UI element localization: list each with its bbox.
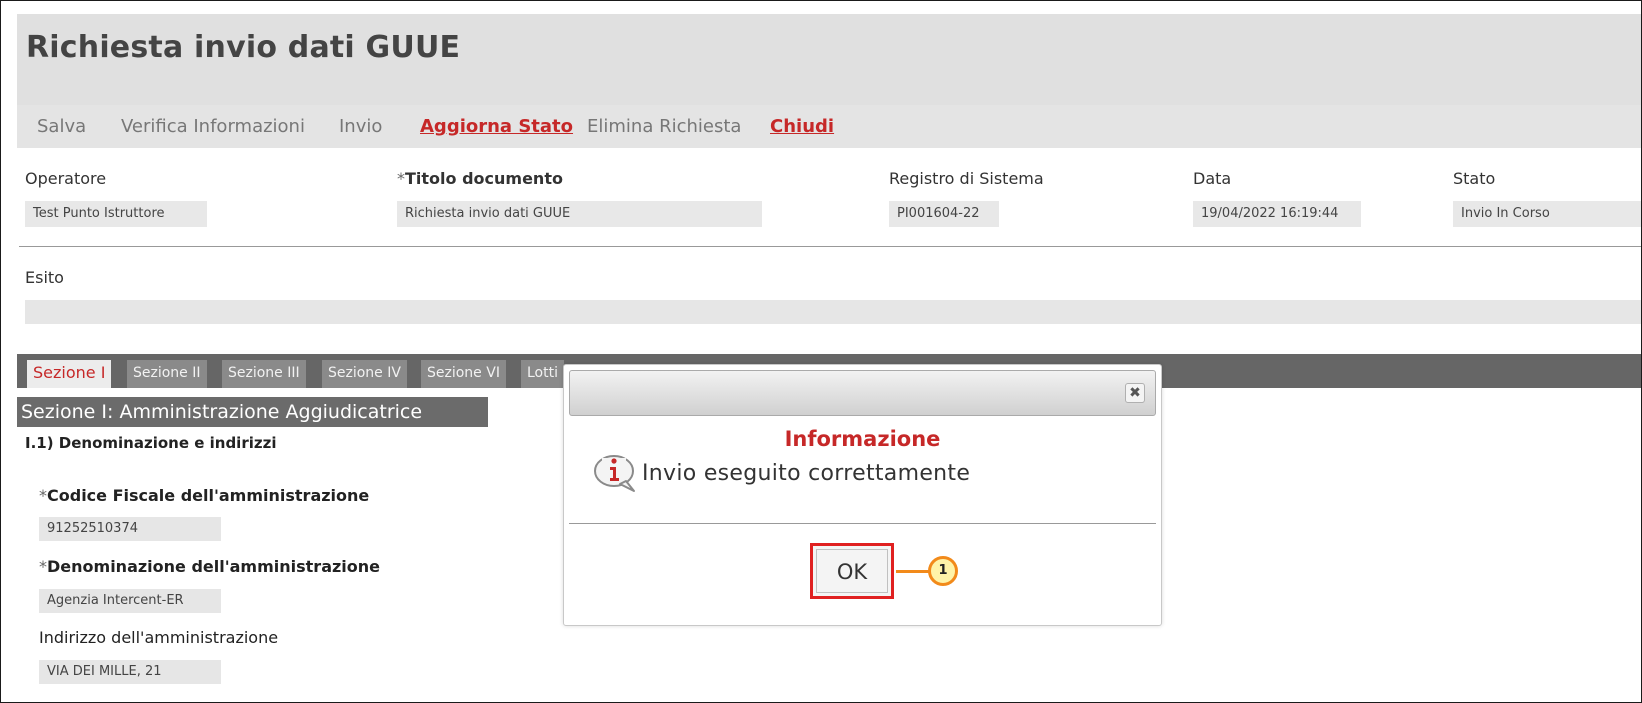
tab-sezione-i[interactable]: Sezione I: [27, 360, 112, 388]
header: Richiesta invio dati GUUE: [17, 14, 1641, 105]
denominazione-label: *Denominazione dell'amministrazione: [39, 557, 380, 576]
codice-fiscale-label: *Codice Fiscale dell'amministrazione: [39, 486, 369, 505]
tab-sezione-vi[interactable]: Sezione VI: [421, 360, 506, 388]
titolo-field[interactable]: Richiesta invio dati GUUE: [397, 201, 762, 227]
save-button[interactable]: Salva: [37, 116, 86, 137]
dialog-separator: [569, 523, 1156, 524]
stato-field: Invio In Corso: [1453, 201, 1641, 227]
close-button[interactable]: Chiudi: [770, 116, 834, 137]
codice-fiscale-field: 91252510374: [39, 517, 221, 541]
delete-request-button[interactable]: Elimina Richiesta: [587, 116, 741, 137]
codice-fiscale-label-text: Codice Fiscale dell'amministrazione: [47, 486, 370, 505]
denominazione-field: Agenzia Intercent-ER: [39, 589, 221, 613]
required-mark: *: [39, 486, 47, 505]
operatore-label: Operatore: [25, 169, 107, 188]
callout-connector: [896, 570, 930, 573]
tab-sezione-iv[interactable]: Sezione IV: [322, 360, 407, 388]
section-title: Sezione I: Amministrazione Aggiudicatric…: [17, 397, 488, 427]
info-dialog: ✖ Informazione Invio eseguito correttame…: [563, 364, 1162, 626]
ok-button[interactable]: OK: [810, 543, 894, 599]
data-label: Data: [1193, 169, 1232, 188]
tab-sezione-iii[interactable]: Sezione III: [222, 360, 306, 388]
registro-field: PI001604-22: [889, 201, 999, 227]
operatore-field: Test Punto Istruttore: [25, 201, 207, 227]
dialog-message: Invio eseguito correttamente: [642, 461, 971, 486]
required-mark: *: [397, 169, 405, 188]
verify-info-button[interactable]: Verifica Informazioni: [121, 116, 305, 137]
tab-lotti[interactable]: Lotti: [521, 360, 564, 388]
esito-label: Esito: [25, 268, 64, 287]
denominazione-label-text: Denominazione dell'amministrazione: [47, 557, 381, 576]
registro-label: Registro di Sistema: [889, 169, 1044, 188]
esito-field: [25, 300, 1641, 324]
update-status-button[interactable]: Aggiorna Stato: [420, 116, 573, 137]
dialog-titlebar: ✖: [569, 370, 1156, 416]
section-subtitle: I.1) Denominazione e indirizzi: [25, 434, 277, 452]
titolo-label-text: Titolo documento: [405, 169, 563, 188]
stato-label: Stato: [1453, 169, 1496, 188]
divider: [19, 246, 1641, 247]
indirizzo-field: VIA DEI MILLE, 21: [39, 660, 221, 684]
dialog-title: Informazione: [784, 427, 941, 451]
header-fields: Operatore Test Punto Istruttore *Titolo …: [17, 148, 1641, 258]
data-field: 19/04/2022 16:19:44: [1193, 201, 1361, 227]
callout-badge: 1: [928, 556, 958, 586]
page-title: Richiesta invio dati GUUE: [26, 30, 461, 65]
send-button[interactable]: Invio: [339, 116, 382, 137]
tab-sezione-ii[interactable]: Sezione II: [127, 360, 207, 388]
titolo-label: *Titolo documento: [397, 169, 563, 188]
screenshot-frame: Richiesta invio dati GUUE Salva Verifica…: [0, 0, 1642, 703]
info-icon: [594, 455, 635, 492]
required-mark: *: [39, 557, 47, 576]
toolbar: Salva Verifica Informazioni Invio Aggior…: [17, 105, 1641, 148]
close-icon[interactable]: ✖: [1125, 383, 1145, 403]
indirizzo-label: Indirizzo dell'amministrazione: [39, 628, 279, 647]
